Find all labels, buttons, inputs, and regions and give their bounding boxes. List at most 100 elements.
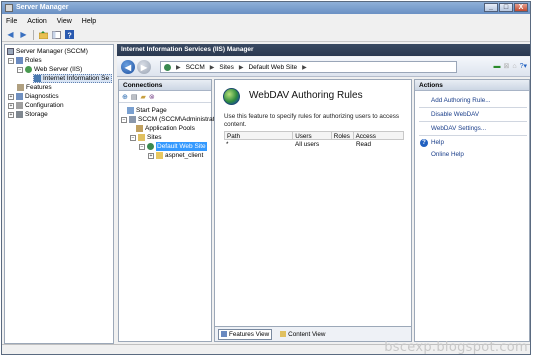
chevron-right-icon: ▶: [176, 64, 181, 71]
back-arrow-icon[interactable]: ◀: [5, 30, 16, 40]
forward-arrow-icon[interactable]: ▶: [18, 30, 29, 40]
server-manager-window: Server Manager _ □ X File Action View He…: [1, 1, 531, 355]
authoring-rules-grid: Path Users Roles Access * All users Read: [224, 131, 404, 149]
actions-header: Actions: [415, 80, 529, 91]
conn-item-sites[interactable]: − Sites: [130, 133, 161, 142]
conn-item-aspnet-client[interactable]: + aspnet_client: [148, 151, 211, 160]
collapse-icon[interactable]: −: [17, 66, 23, 73]
close-button[interactable]: X: [514, 3, 528, 12]
conn-label-app-pools: Application Pools: [145, 125, 195, 132]
configuration-icon: [16, 102, 23, 109]
address-bar: ◀ ▶ ▶ SCCM ▶ Sites ▶ Default Web Site ▶ …: [117, 57, 530, 77]
add-authoring-rule-link[interactable]: Add Authoring Rule...: [431, 97, 491, 104]
toolbar-separator: [33, 29, 34, 40]
help-icon: ?: [420, 139, 428, 147]
conn-label-aspnet-client: aspnet_client: [165, 152, 204, 159]
actions-pane: Actions Add Authoring Rule... Disable We…: [414, 79, 530, 342]
tree-label-roles: Roles: [25, 57, 42, 64]
breadcrumb[interactable]: ▶ SCCM ▶ Sites ▶ Default Web Site ▶: [160, 61, 457, 73]
minimize-button[interactable]: _: [484, 3, 498, 12]
tree-item-features[interactable]: Features: [17, 83, 52, 92]
tree-item-root[interactable]: Server Manager (SCCM): [7, 47, 88, 56]
menu-help[interactable]: Help: [82, 18, 96, 25]
diagnostics-icon: [16, 93, 23, 100]
column-header-roles[interactable]: Roles: [332, 132, 354, 140]
start-page-icon: [127, 107, 134, 114]
tree-item-diagnostics[interactable]: + Diagnostics: [8, 92, 59, 101]
conn-item-start-page[interactable]: Start Page: [127, 106, 167, 115]
globe-icon: [147, 143, 154, 150]
conn-item-default-web-site[interactable]: − Default Web Site: [139, 142, 211, 151]
help-icon[interactable]: ?: [64, 30, 75, 40]
iis-manager-icon: [34, 75, 41, 82]
tree-item-web-server[interactable]: − Web Server (IIS): [17, 65, 82, 74]
table-row[interactable]: * All users Read: [224, 140, 404, 149]
conn-item-app-pools[interactable]: Application Pools: [136, 124, 195, 133]
menu-action[interactable]: Action: [27, 18, 46, 25]
forward-button[interactable]: ▶: [137, 60, 151, 74]
expand-icon[interactable]: +: [148, 152, 154, 159]
tree-item-storage[interactable]: + Storage: [8, 110, 48, 119]
online-help-link[interactable]: Online Help: [431, 151, 464, 158]
expand-icon[interactable]: +: [8, 93, 14, 100]
tab-content-view-label: Content View: [288, 330, 326, 338]
watermark-text: bscexp.blogspot.com: [384, 340, 528, 355]
collapse-icon[interactable]: −: [8, 57, 14, 64]
disconnect-icon[interactable]: ⊗: [149, 93, 155, 101]
title-bar[interactable]: Server Manager _ □ X: [2, 2, 530, 14]
cell-users: All users: [295, 141, 320, 148]
column-header-users[interactable]: Users: [293, 132, 332, 140]
column-header-path[interactable]: Path: [225, 132, 294, 140]
app-pools-icon: [136, 125, 143, 132]
storage-icon: [16, 111, 23, 118]
chevron-right-icon: ▶: [209, 64, 215, 71]
column-header-access[interactable]: Access: [354, 132, 403, 140]
up-folder-icon[interactable]: [38, 30, 49, 40]
expand-icon[interactable]: +: [8, 111, 14, 118]
main-toolbar: ◀ ▶ ?: [2, 28, 530, 42]
home-icon[interactable]: ⌂: [512, 63, 516, 70]
refresh-icon[interactable]: ▬: [493, 63, 500, 70]
stop-icon[interactable]: ⊠: [503, 62, 509, 70]
content-view-icon: [280, 331, 287, 337]
menu-view[interactable]: View: [57, 18, 72, 25]
back-button[interactable]: ◀: [121, 60, 135, 74]
maximize-button[interactable]: □: [499, 3, 513, 12]
tree-item-configuration[interactable]: + Configuration: [8, 101, 64, 110]
connections-toolbar: ⊕ ▤ ▰ ⊗: [119, 91, 211, 103]
menu-bar: File Action View Help: [2, 15, 530, 28]
window-title: Server Manager: [16, 4, 69, 11]
feature-pane: WebDAV Authoring Rules Use this feature …: [214, 79, 412, 327]
disable-webdav-link[interactable]: Disable WebDAV: [431, 111, 479, 118]
show-hide-tree-icon[interactable]: [51, 30, 62, 40]
tree-label-features: Features: [26, 84, 52, 91]
tab-content-view[interactable]: Content View: [278, 329, 327, 340]
breadcrumb-default-web-site[interactable]: Default Web Site: [248, 64, 297, 71]
chevron-right-icon: ▶: [302, 64, 307, 71]
save-icon[interactable]: ▤: [131, 93, 138, 101]
forward-arrow-icon: ▶: [140, 62, 148, 72]
conn-item-server[interactable]: − SCCM (SCCM\Administrat: [121, 115, 215, 124]
server-manager-tree: Server Manager (SCCM) − Roles − Web Serv…: [4, 44, 114, 344]
roles-icon: [16, 57, 23, 64]
breadcrumb-sites[interactable]: Sites: [219, 64, 233, 71]
iis-manager-title: Internet Information Services (IIS) Mana…: [117, 44, 530, 56]
address-bar-tools: ▬ ⊠ ⌂ ?▾: [493, 62, 527, 71]
help-icon[interactable]: ?▾: [520, 62, 527, 70]
webdav-settings-link[interactable]: WebDAV Settings...: [431, 125, 486, 132]
tree-item-roles[interactable]: − Roles: [8, 56, 42, 65]
help-link[interactable]: Help: [431, 139, 444, 146]
folder-icon[interactable]: ▰: [141, 93, 146, 101]
tree-item-iis-manager[interactable]: Internet Information Se: [33, 74, 113, 83]
expand-icon[interactable]: +: [8, 102, 14, 109]
collapse-icon[interactable]: −: [139, 143, 145, 150]
collapse-icon[interactable]: −: [121, 116, 127, 123]
collapse-icon[interactable]: −: [130, 134, 136, 141]
tab-features-view[interactable]: Features View: [218, 328, 273, 340]
actions-divider: [419, 107, 527, 108]
connect-icon[interactable]: ⊕: [122, 93, 128, 101]
menu-file[interactable]: File: [6, 18, 17, 25]
sites-folder-icon: [138, 134, 145, 141]
cell-roles: [332, 140, 354, 149]
breadcrumb-sccm[interactable]: SCCM: [186, 64, 205, 71]
